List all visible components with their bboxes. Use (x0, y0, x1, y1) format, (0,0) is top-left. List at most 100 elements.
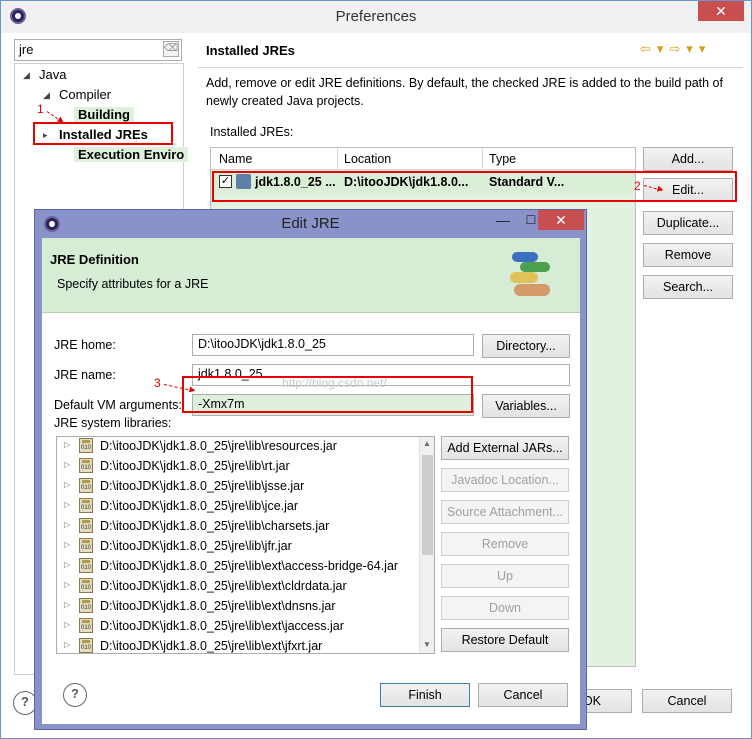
expand-arrow-icon[interactable]: ◢ (43, 90, 50, 101)
up-button[interactable]: Up (441, 564, 569, 588)
scroll-up-icon[interactable]: ▲ (423, 439, 431, 448)
history-nav-icons[interactable]: ⇦▾⇨▾▾ (640, 41, 711, 57)
jar-icon: 010 (79, 438, 93, 453)
list-item[interactable]: ▷ 010 D:\itooJDK\jdk1.8.0_25\jre\lib\jfr.j… (57, 537, 417, 557)
edit-jre-titlebar: Edit JRE — ☐ ✕ (35, 210, 586, 238)
down-button[interactable]: Down (441, 596, 569, 620)
remove-library-button[interactable]: Remove (441, 532, 569, 556)
finish-button[interactable]: Finish (380, 683, 470, 707)
vm-arguments-label: Default VM arguments: (54, 398, 182, 412)
tree-item-java[interactable]: Java (39, 67, 66, 82)
column-name[interactable]: Name (219, 152, 252, 166)
cancel-button[interactable]: Cancel (642, 689, 732, 713)
expand-arrow-icon[interactable]: ▷ (64, 580, 70, 589)
cancel-button[interactable]: Cancel (478, 683, 568, 707)
jre-system-libraries-label: JRE system libraries: (54, 416, 172, 430)
expand-arrow-icon[interactable]: ▷ (64, 540, 70, 549)
jar-icon: 010 (79, 558, 93, 573)
expand-arrow-icon[interactable]: ▷ (64, 560, 70, 569)
expand-arrow-icon[interactable]: ▷ (64, 500, 70, 509)
list-item[interactable]: ▷ 010 D:\itooJDK\jdk1.8.0_25\jre\lib\jce.j… (57, 497, 417, 517)
expand-arrow-icon[interactable]: ▷ (64, 460, 70, 469)
library-path: D:\itooJDK\jdk1.8.0_25\jre\lib\jsse.jar (100, 479, 305, 493)
annotation-box-1 (33, 122, 173, 145)
jar-icon: 010 (79, 518, 93, 533)
jar-icon: 010 (79, 538, 93, 553)
library-path: D:\itooJDK\jdk1.8.0_25\jre\lib\ext\cldrd… (100, 579, 347, 593)
list-item[interactable]: ▷ 010 D:\itooJDK\jdk1.8.0_25\jre\lib\ext\d… (57, 597, 417, 617)
tree-item-building[interactable]: Building (74, 107, 134, 122)
column-type[interactable]: Type (489, 152, 516, 166)
restore-default-button[interactable]: Restore Default (441, 628, 569, 652)
dialog-header: JRE Definition Specify attributes for a … (42, 238, 580, 313)
table-header: Name Location Type (211, 148, 635, 170)
javadoc-location-button[interactable]: Javadoc Location... (441, 468, 569, 492)
add-external-jars-button[interactable]: Add External JARs... (441, 436, 569, 460)
library-path: D:\itooJDK\jdk1.8.0_25\jre\lib\ext\dnsns… (100, 599, 336, 613)
scroll-down-icon[interactable]: ▼ (423, 640, 431, 649)
scrollbar-thumb[interactable] (422, 455, 433, 555)
add-jre-button[interactable]: Add... (643, 147, 733, 171)
library-path: D:\itooJDK\jdk1.8.0_25\jre\lib\resources… (100, 439, 337, 453)
annotation-number-1: 1 (37, 102, 44, 116)
duplicate-jre-button[interactable]: Duplicate... (643, 211, 733, 235)
library-path: D:\itooJDK\jdk1.8.0_25\jre\lib\jce.jar (100, 499, 299, 513)
expand-arrow-icon[interactable]: ▷ (64, 640, 70, 649)
remove-jre-button[interactable]: Remove (643, 243, 733, 267)
divider (482, 148, 483, 170)
expand-arrow-icon[interactable]: ▷ (64, 620, 70, 629)
jar-icon: 010 (79, 618, 93, 633)
jre-home-label: JRE home: (54, 338, 116, 352)
expand-arrow-icon[interactable]: ▷ (64, 600, 70, 609)
expand-arrow-icon[interactable]: ▷ (64, 520, 70, 529)
library-path: D:\itooJDK\jdk1.8.0_25\jre\lib\ext\jacce… (100, 619, 344, 633)
header-subtitle: Specify attributes for a JRE (57, 277, 209, 291)
close-icon[interactable]: ✕ (538, 210, 584, 230)
list-item[interactable]: ▷ 010 D:\itooJDK\jdk1.8.0_25\jre\lib\ext\j… (57, 637, 417, 653)
page-description: Add, remove or edit JRE definitions. By … (206, 76, 723, 108)
jre-libraries-list[interactable]: ▷ 010 D:\itooJDK\jdk1.8.0_25\jre\lib\resou… (56, 436, 435, 654)
expand-arrow-icon[interactable]: ◢ (23, 70, 30, 81)
directory-button[interactable]: Directory... (482, 334, 570, 358)
installed-jres-label: Installed JREs: (210, 125, 294, 139)
list-item[interactable]: ▷ 010 D:\itooJDK\jdk1.8.0_25\jre\lib\ext\j… (57, 617, 417, 637)
jar-icon: 010 (79, 498, 93, 513)
jre-name-label: JRE name: (54, 368, 116, 382)
edit-jre-body: JRE Definition Specify attributes for a … (42, 238, 580, 724)
page-title: Installed JREs (206, 43, 295, 58)
filter-input[interactable]: jre (14, 39, 182, 61)
expand-arrow-icon[interactable]: ▷ (64, 440, 70, 449)
help-icon[interactable]: ? (63, 683, 87, 707)
window-title: Preferences (335, 8, 417, 25)
variables-button[interactable]: Variables... (482, 394, 570, 418)
minimize-icon[interactable]: — (489, 210, 517, 230)
divider (337, 148, 338, 170)
annotation-number-3: 3 (154, 376, 161, 390)
jre-home-field[interactable]: D:\itooJDK\jdk1.8.0_25 (192, 334, 474, 356)
column-location[interactable]: Location (344, 152, 391, 166)
library-path: D:\itooJDK\jdk1.8.0_25\jre\lib\ext\jfxrt… (100, 639, 323, 653)
list-item[interactable]: ▷ 010 D:\itooJDK\jdk1.8.0_25\jre\lib\ext\c… (57, 577, 417, 597)
list-item[interactable]: ▷ 010 D:\itooJDK\jdk1.8.0_25\jre\lib\chars… (57, 517, 417, 537)
jar-icon: 010 (79, 478, 93, 493)
source-attachment-button[interactable]: Source Attachment... (441, 500, 569, 524)
list-item[interactable]: ▷ 010 D:\itooJDK\jdk1.8.0_25\jre\lib\ext\a… (57, 557, 417, 577)
annotation-box-3 (182, 376, 473, 413)
expand-arrow-icon[interactable]: ▷ (64, 480, 70, 489)
jre-books-icon (508, 250, 558, 300)
tree-item-execution-environments[interactable]: Execution Enviro (74, 147, 189, 162)
jar-icon: 010 (79, 458, 93, 473)
list-item[interactable]: ▷ 010 D:\itooJDK\jdk1.8.0_25\jre\lib\resou… (57, 437, 417, 457)
library-path: D:\itooJDK\jdk1.8.0_25\jre\lib\charsets.… (100, 519, 330, 533)
library-path: D:\itooJDK\jdk1.8.0_25\jre\lib\rt.jar (100, 459, 290, 473)
close-icon[interactable]: ✕ (698, 1, 744, 21)
list-item[interactable]: ▷ 010 D:\itooJDK\jdk1.8.0_25\jre\lib\rt.ja… (57, 457, 417, 477)
jar-icon: 010 (79, 598, 93, 613)
list-item[interactable]: ▷ 010 D:\itooJDK\jdk1.8.0_25\jre\lib\jsse.… (57, 477, 417, 497)
search-jre-button[interactable]: Search... (643, 275, 733, 299)
vertical-scrollbar[interactable]: ▲ ▼ (419, 437, 434, 653)
tree-item-compiler[interactable]: Compiler (59, 87, 111, 102)
clear-filter-icon[interactable]: ⌫ (163, 41, 179, 57)
jar-icon: 010 (79, 578, 93, 593)
library-path: D:\itooJDK\jdk1.8.0_25\jre\lib\ext\acces… (100, 559, 399, 573)
